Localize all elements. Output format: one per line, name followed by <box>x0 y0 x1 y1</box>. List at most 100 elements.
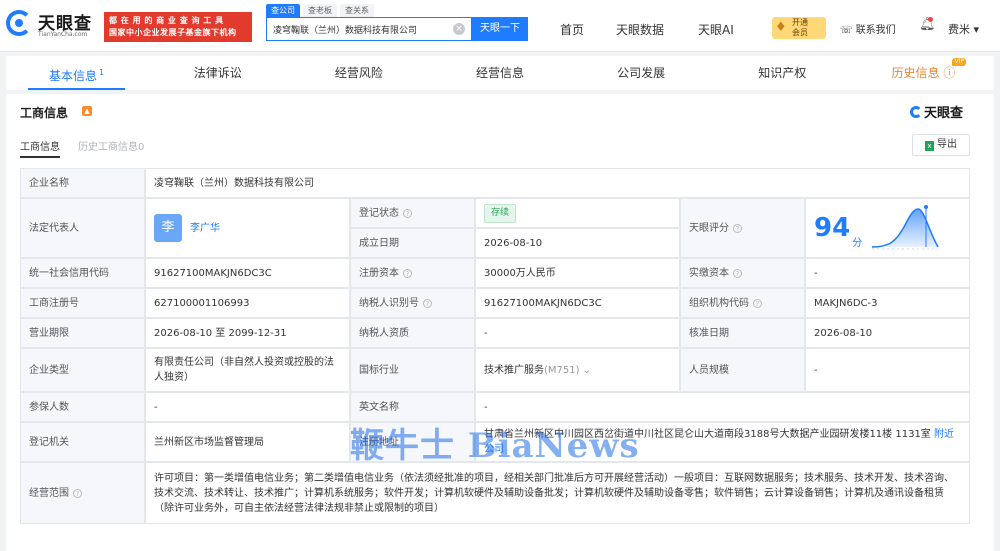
vip-label-2: 会员 <box>792 28 808 37</box>
site-logo[interactable]: 天眼查 TianYanCha.com <box>6 9 102 43</box>
export-label: 导出 <box>937 139 957 150</box>
nav-tianyan-data[interactable]: 天眼数据 <box>616 21 664 38</box>
export-button[interactable]: x 导出 <box>912 134 970 156</box>
label-score: 天眼评分? <box>680 198 805 258</box>
value-reg-capital: 30000万人民币 <box>475 258 680 288</box>
tab-ip[interactable]: 知识产权 <box>712 56 853 90</box>
value-taxpayer-id: 91627100MAKJN6DC3C <box>475 288 680 318</box>
label-paid-capital: 实缴资本? <box>680 258 805 288</box>
legal-rep-avatar: 李 <box>154 214 182 242</box>
top-bar: 天眼查 TianYanCha.com 都 在 用 的 商 业 查 询 工 具 国… <box>0 0 1000 52</box>
value-reg-no: 627100001106993 <box>145 288 350 318</box>
help-icon[interactable]: ? <box>733 223 742 233</box>
industry-name: 技术推广服务 <box>484 364 544 376</box>
tab-basic-info-label: 基本信息 <box>49 69 98 83</box>
search-tab-relation[interactable]: 查关系 <box>340 4 374 17</box>
value-credit-code: 91627100MAKJN6DC3C <box>145 258 350 288</box>
tab-history-label: 历史信息 <box>891 66 940 80</box>
logo-subtext: TianYanCha.com <box>38 31 88 38</box>
value-industry[interactable]: 技术推广服务 (M751) ⌄ <box>475 348 680 392</box>
label-company-name: 企业名称 <box>20 168 145 198</box>
search-type-tabs: 查公司 查老板 查关系 <box>266 4 374 17</box>
label-reg-capital-text: 注册资本 <box>359 267 399 279</box>
diamond-icon: ♦ <box>775 20 787 35</box>
business-info-card: 工商信息 ▲ 天眼查 工商信息 历史工商信息0 x 导出 企业名称 凌穹鞠联（兰州… <box>6 94 994 551</box>
promo-line-1: 都 在 用 的 商 业 查 询 工 具 <box>109 16 224 25</box>
label-insured: 参保人数 <box>20 392 145 422</box>
search-button[interactable]: 天眼一下 <box>472 17 528 41</box>
card-title: 工商信息 <box>20 106 69 120</box>
tab-basic-info-count: 1 <box>99 68 105 77</box>
value-found-date: 2026-08-10 <box>475 228 680 258</box>
nav-home[interactable]: 首页 <box>560 21 584 38</box>
value-score[interactable]: 94 分 <box>805 198 970 258</box>
label-legal-rep: 法定代表人 <box>20 198 145 258</box>
label-taxpayer-id: 纳税人识别号? <box>350 288 475 318</box>
subtab-history-business-info[interactable]: 历史工商信息0 <box>78 138 144 153</box>
label-paid-capital-text: 实缴资本 <box>689 267 729 279</box>
contact-label: 联系我们 <box>855 25 896 36</box>
label-type: 企业类型 <box>20 348 145 392</box>
label-score-text: 天眼评分 <box>689 222 729 234</box>
user-menu[interactable]: 费米 ▾ <box>948 21 979 37</box>
value-approve-date: 2026-08-10 <box>805 318 970 348</box>
help-icon[interactable]: ? <box>733 268 742 278</box>
fire-icon: ▲ <box>82 106 92 116</box>
tab-history[interactable]: 历史信息 ⓘ VIP <box>853 56 994 90</box>
value-paid-capital: - <box>805 258 970 288</box>
label-org-code-text: 组织机构代码 <box>689 297 749 309</box>
clear-icon[interactable]: × <box>453 23 465 35</box>
status-badge: 存续 <box>484 203 517 223</box>
value-org-code: MAKJN6DC-3 <box>805 288 970 318</box>
logo-icon <box>6 10 32 36</box>
label-credit-code: 统一社会信用代码 <box>20 258 145 288</box>
user-name: 费米 <box>948 23 970 36</box>
tab-basic-info[interactable]: 基本信息 1 <box>6 56 147 90</box>
help-icon[interactable]: ? <box>403 268 412 278</box>
label-taxpayer-qual: 纳税人资质 <box>350 318 475 348</box>
help-icon[interactable]: ? <box>403 208 412 218</box>
nav-tianyan-ai[interactable]: 天眼AI <box>698 21 734 38</box>
tab-operation[interactable]: 经营信息 <box>429 56 570 90</box>
search-tab-company[interactable]: 查公司 <box>266 4 300 17</box>
label-scope: 经营范围? <box>20 462 145 524</box>
subtab-business-info[interactable]: 工商信息 <box>20 138 60 158</box>
contact-link[interactable]: ☏ 联系我们 <box>840 21 896 36</box>
label-reg-no: 工商注册号 <box>20 288 145 318</box>
chevron-down-icon: ⌄ <box>582 364 591 376</box>
value-legal-rep[interactable]: 李 李广华 <box>145 198 350 258</box>
search-tab-boss[interactable]: 查老板 <box>303 4 337 17</box>
label-industry: 国标行业 <box>350 348 475 392</box>
label-reg-status-text: 登记状态 <box>359 207 399 219</box>
value-taxpayer-qual: - <box>475 318 680 348</box>
value-type: 有限责任公司（非自然人投资或控股的法人独资） <box>145 348 350 392</box>
search-input[interactable]: 凌穹鞠联（兰州）数据科技有限公司 × <box>266 17 472 41</box>
value-authority: 兰州新区市场监督管理局 <box>145 422 350 462</box>
legal-rep-name[interactable]: 李广华 <box>190 221 220 236</box>
search-input-value: 凌穹鞠联（兰州）数据科技有限公司 <box>273 25 418 36</box>
value-scope: 许可项目：第一类增值电信业务；第二类增值电信业务（依法须经批准的项目，经相关部门… <box>145 462 970 524</box>
business-info-table: 企业名称 凌穹鞠联（兰州）数据科技有限公司 法定代表人 李 李广华 登记状态? … <box>20 168 970 545</box>
score-curve-icon <box>872 205 939 250</box>
value-reg-status: 存续 <box>475 198 680 228</box>
label-authority: 登记机关 <box>20 422 145 462</box>
value-insured: - <box>145 392 350 422</box>
score-number: 94 <box>814 212 851 243</box>
brand-logo-icon <box>910 106 922 118</box>
brand-logo: 天眼查 <box>910 102 963 121</box>
section-tabs: 基本信息 1 法律诉讼 经营风险 经营信息 公司发展 知识产权 历史信息 ⓘ VI… <box>6 56 994 90</box>
label-reg-capital: 注册资本? <box>350 258 475 288</box>
score-unit: 分 <box>852 238 863 249</box>
promo-banner[interactable]: 都 在 用 的 商 业 查 询 工 具 国家中小企业发展子基金旗下机构 <box>104 12 252 42</box>
vip-button[interactable]: ♦ 开通 会员 <box>772 17 826 39</box>
help-icon[interactable]: ? <box>423 298 432 308</box>
tab-legal[interactable]: 法律诉讼 <box>147 56 288 90</box>
help-icon[interactable]: ? <box>753 298 762 308</box>
industry-code: (M751) <box>544 364 580 376</box>
label-taxpayer-id-text: 纳税人识别号 <box>359 297 419 309</box>
tab-risk[interactable]: 经营风险 <box>288 56 429 90</box>
help-icon[interactable]: ? <box>73 488 82 498</box>
label-approve-date: 核准日期 <box>680 318 805 348</box>
label-staff: 人员规模 <box>680 348 805 392</box>
tab-development[interactable]: 公司发展 <box>571 56 712 90</box>
